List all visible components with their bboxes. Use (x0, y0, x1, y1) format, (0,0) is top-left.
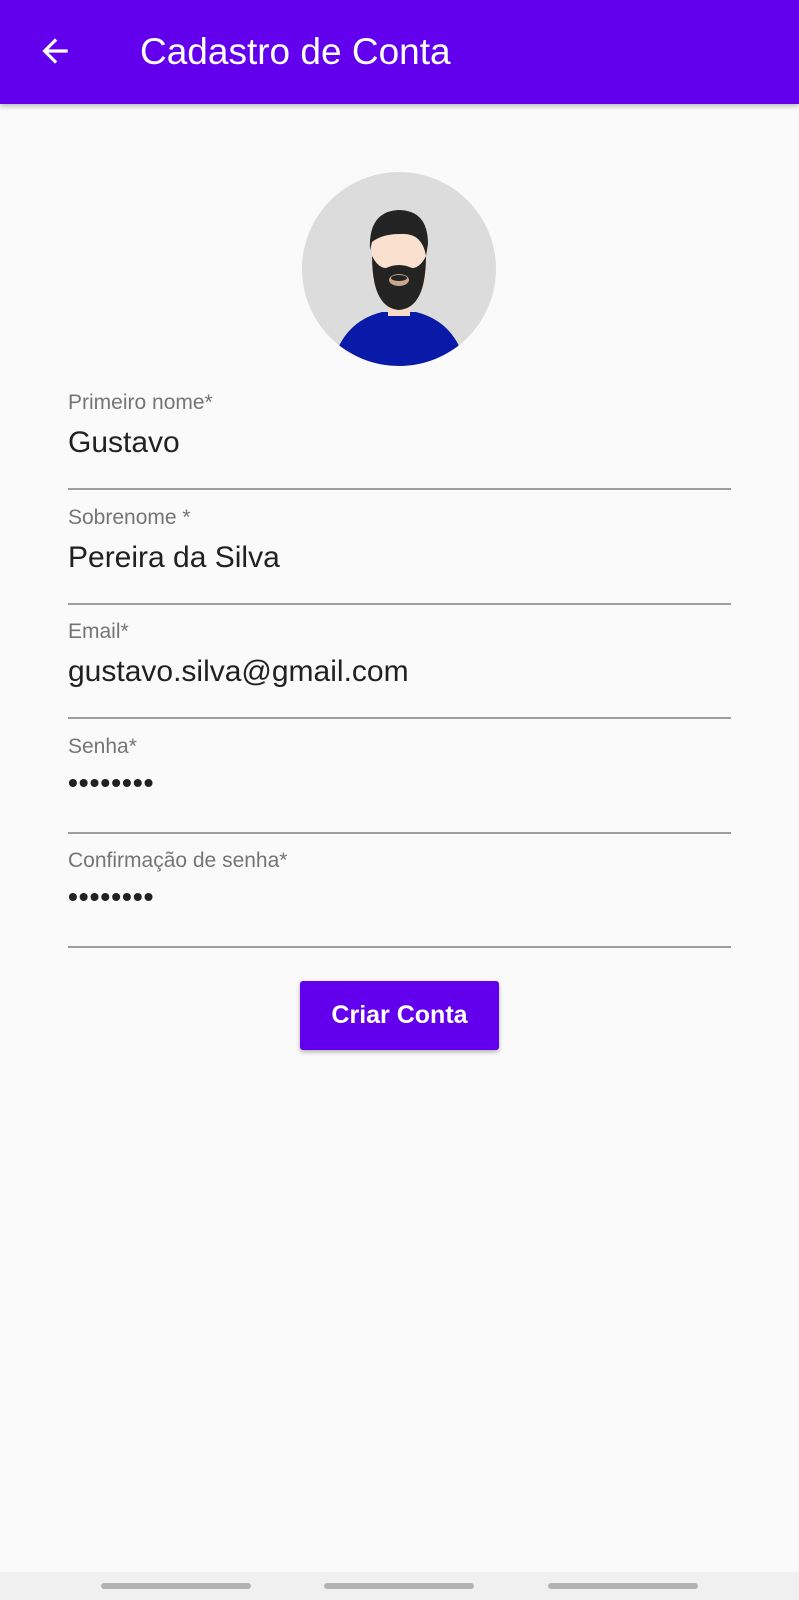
bearded-man-avatar-icon (302, 172, 496, 366)
first-name-field[interactable]: Primeiro nome* Gustavo (68, 390, 731, 490)
page-title: Cadastro de Conta (140, 31, 451, 72)
system-navigation-bar (0, 1572, 799, 1600)
last-name-label: Sobrenome * (68, 506, 191, 529)
back-button[interactable] (26, 22, 84, 80)
confirm-password-field[interactable]: Confirmação de senha* •••••••• (68, 848, 731, 948)
app-bar: Cadastro de Conta (0, 0, 799, 104)
confirm-password-label: Confirmação de senha* (68, 849, 288, 872)
nav-handle-center[interactable] (324, 1583, 474, 1589)
create-account-button-label: Criar Conta (331, 1001, 468, 1029)
confirm-password-input[interactable]: •••••••• (68, 878, 154, 916)
last-name-input[interactable]: Pereira da Silva (68, 539, 280, 577)
email-label: Email* (68, 620, 129, 643)
last-name-field[interactable]: Sobrenome * Pereira da Silva (68, 505, 731, 605)
password-label: Senha* (68, 735, 137, 758)
create-account-button[interactable]: Criar Conta (300, 981, 499, 1050)
email-field[interactable]: Email* gustavo.silva@gmail.com (68, 619, 731, 719)
password-field[interactable]: Senha* •••••••• (68, 734, 731, 834)
nav-handle-right[interactable] (548, 1583, 698, 1589)
email-input[interactable]: gustavo.silva@gmail.com (68, 653, 409, 691)
avatar[interactable] (302, 172, 496, 366)
first-name-label: Primeiro nome* (68, 391, 213, 414)
arrow-back-icon (42, 38, 68, 64)
nav-handle-left[interactable] (101, 1583, 251, 1589)
password-input[interactable]: •••••••• (68, 764, 154, 802)
first-name-input[interactable]: Gustavo (68, 424, 180, 462)
